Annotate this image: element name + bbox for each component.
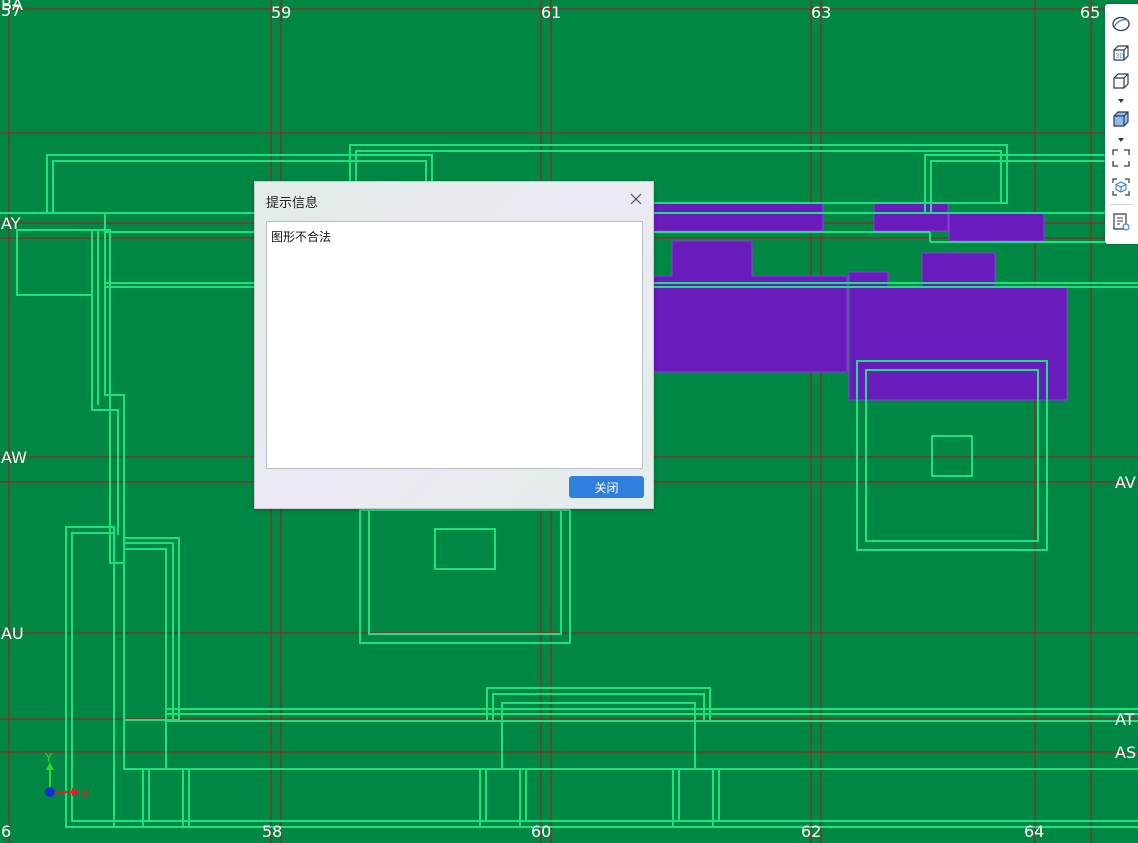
grid-label-bottom: 6 — [1, 822, 12, 841]
chevron-down-icon[interactable] — [1118, 138, 1124, 142]
grid-label-left: AW — [1, 448, 27, 467]
dialog-message: 图形不合法 — [271, 230, 332, 244]
chevron-down-icon[interactable] — [1118, 99, 1124, 103]
view-cube-icon[interactable] — [1110, 70, 1132, 92]
grid-label-right: AS — [1115, 743, 1137, 762]
shaded-cube-icon[interactable] — [1110, 108, 1132, 130]
grid-label-bottom: 58 — [262, 822, 283, 841]
grid-label-top: 61 — [541, 3, 562, 22]
y-axis-label: Y — [44, 751, 53, 765]
close-button[interactable]: 关闭 — [569, 476, 644, 498]
grid-label-bottom: 62 — [801, 822, 822, 841]
dialog-message-box: 图形不合法 — [266, 221, 643, 469]
properties-list-icon[interactable] — [1110, 211, 1132, 233]
grid-label-left: AU — [1, 624, 24, 643]
grid-label-right: AT — [1115, 710, 1135, 729]
3d-view-icon[interactable]: 3D — [1110, 42, 1132, 64]
grid-label-bottom: 64 — [1024, 822, 1045, 841]
grid-label-top: 65 — [1080, 3, 1101, 22]
grid-label-bottom: 60 — [531, 822, 552, 841]
close-icon[interactable] — [629, 192, 643, 206]
view-toolbar: 3D — [1105, 4, 1138, 244]
toolbar-divider — [1110, 204, 1133, 205]
zoom-extents-icon[interactable] — [1110, 147, 1132, 169]
grid-label-top: 59 — [271, 3, 292, 22]
isolate-object-icon[interactable] — [1110, 176, 1132, 198]
grid-label-left: BA — [1, 0, 23, 14]
orbit-icon[interactable] — [1110, 13, 1132, 35]
grid-label-left: AY — [1, 214, 21, 233]
svg-text:3D: 3D — [1116, 53, 1125, 60]
grid-label-right: AV — [1115, 473, 1136, 492]
grid-label-top: 63 — [811, 3, 832, 22]
message-dialog: 提示信息 图形不合法 关闭 — [254, 181, 654, 509]
dialog-title: 提示信息 — [266, 196, 319, 211]
x-axis-label: X — [81, 787, 89, 801]
